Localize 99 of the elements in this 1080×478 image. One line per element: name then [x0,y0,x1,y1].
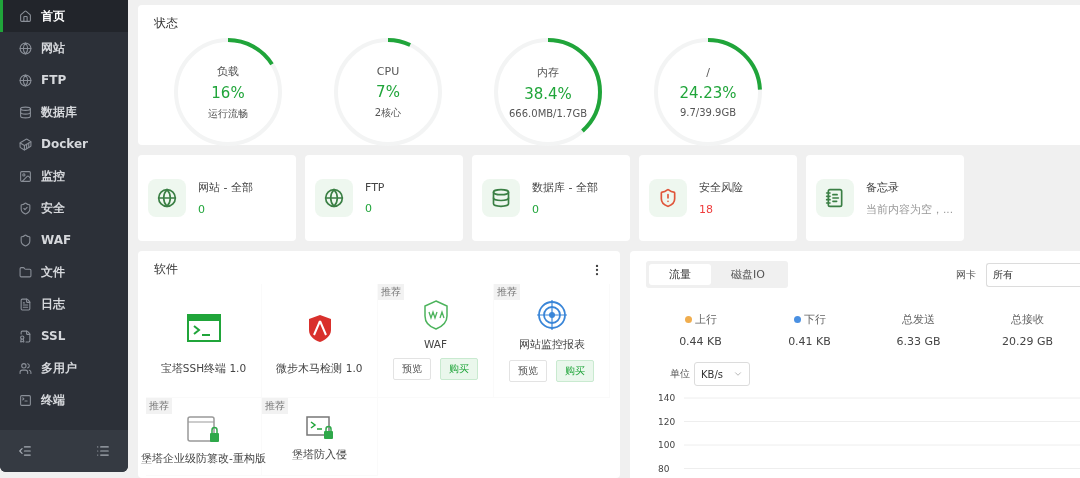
overview-card[interactable]: FTP 0 [305,155,463,241]
sidebar-item[interactable]: 数据库 [0,96,128,128]
overview-card[interactable]: 安全风险 18 [639,155,797,241]
sidebar-item[interactable]: 安全 [0,192,128,224]
recommended-tag: 推荐 [146,398,172,414]
y-tick-label: 120 [658,416,676,427]
memo-preview: 当前内容为空，... [866,202,953,217]
terminal-lock-icon [305,416,334,440]
software-name[interactable]: 网站监控报表 [518,338,585,352]
preview-button[interactable]: 预览 [393,358,431,380]
unit-label: 单位 [670,367,690,381]
overview-card[interactable]: 数据库 - 全部 0 [472,155,630,241]
software-name[interactable]: 堡塔防入侵 [292,448,347,462]
gauge-value: 38.4% [524,85,572,103]
nic-select[interactable]: 所有 [986,262,1080,287]
database-icon [491,188,511,208]
stat-label: 总发送 [902,312,935,327]
sidebar-item[interactable]: 多用户 [0,352,128,384]
gauge-label: 负载 [217,63,239,79]
card-count: 18 [699,203,714,216]
gauge-value: 7% [376,82,400,101]
browser-lock-icon [186,416,221,444]
menu-item-icon [19,137,32,151]
overview-card[interactable]: 备忘录 当前内容为空，... [806,155,964,241]
menu-item-icon [19,169,32,183]
sidebar-item[interactable]: FTP [0,64,128,96]
sidebar-item[interactable]: 日志 [0,288,128,320]
waf-shield-icon [422,300,449,330]
preview-button[interactable]: 预览 [509,360,547,382]
list-icon[interactable] [96,444,110,458]
card-count: 0 [198,203,206,216]
card-title: 安全风险 [699,180,743,195]
recommended-tag: 推荐 [262,398,288,414]
card-title: 备忘录 [866,179,900,195]
unit-select[interactable]: KB/s [694,362,750,386]
sidebar-item[interactable]: Docker [0,128,128,160]
gauge-value: 16% [211,83,245,102]
stat-label: 下行 [803,312,826,327]
menu-item-icon [19,9,32,23]
card-title: FTP [365,181,385,194]
stat-value: 0.41 KB [788,335,831,348]
stat-label: 上行 [694,312,717,327]
y-tick-label: 100 [658,440,676,450]
menu-item-icon [19,297,32,311]
tab[interactable]: 磁盘IO [711,264,785,285]
menu-item-icon [19,393,32,407]
gauge-detail: 666.0MB/1.7GB [509,108,587,119]
menu-item-icon [19,329,32,343]
card-title: 软件 [154,261,178,278]
card-title: 网站 - 全部 [198,180,253,195]
software-name[interactable]: 宝塔SSH终端 1.0 [160,362,247,376]
globe-icon [157,188,177,208]
card-title: 状态 [154,15,179,32]
tab[interactable]: 流量 [649,264,711,285]
stat-value: 0.44 KB [679,335,722,348]
menu-item-icon [19,233,32,247]
sidebar-item[interactable]: 监控 [0,160,128,192]
gauge-detail: 运行流畅 [208,106,248,121]
stat-value: 20.29 GB [1001,335,1054,348]
menu-item-icon [19,105,32,119]
menu-item-icon [19,201,32,215]
y-tick-label: 140 [658,393,676,403]
gauge-label: 内存 [537,65,559,80]
menu-item-icon [19,73,32,87]
terminal-icon [186,314,221,342]
nic-label: 网卡 [956,267,976,282]
sidebar-item[interactable]: SSL [0,320,128,352]
card-title: 数据库 - 全部 [532,180,598,195]
software-name[interactable]: 微步木马检测 1.0 [276,362,363,376]
software-name[interactable]: 堡塔企业级防篡改-重构版 [141,452,266,466]
gauge-detail: 9.7/39.9GB [679,107,737,118]
gauge-label: CPU [376,64,400,78]
chevron-down-icon [733,369,743,379]
shield-alert-icon [658,188,678,208]
menu-item-icon [19,265,32,279]
recommended-tag: 推荐 [494,284,520,300]
recommended-tag: 推荐 [378,284,404,300]
gauge-label: / [706,66,710,79]
y-tick-label: 80 [658,463,670,474]
collapse-icon[interactable] [18,444,32,458]
gauge-value: 24.23% [679,84,737,102]
card-count: 0 [365,202,373,215]
globe-icon [324,188,344,208]
menu-item-icon [19,41,32,55]
gauge-detail: 2核心 [374,105,402,120]
sidebar-item[interactable]: WAF [0,224,128,256]
notebook-icon [825,188,845,208]
software-name[interactable]: WAF [424,338,447,350]
sidebar-item[interactable]: 网站 [0,32,128,64]
sidebar-item[interactable]: 终端 [0,384,128,416]
radar-icon [536,300,567,330]
menu-item-icon [19,361,32,375]
overview-card[interactable]: 网站 - 全部 0 [138,155,296,241]
sidebar-item[interactable]: 首页 [0,0,128,32]
sidebar-item[interactable]: 文件 [0,256,128,288]
stat-label: 总接收 [1011,312,1044,327]
shield-icon [307,314,332,342]
card-count: 0 [532,203,540,216]
stat-value: 6.33 GB [896,335,941,348]
